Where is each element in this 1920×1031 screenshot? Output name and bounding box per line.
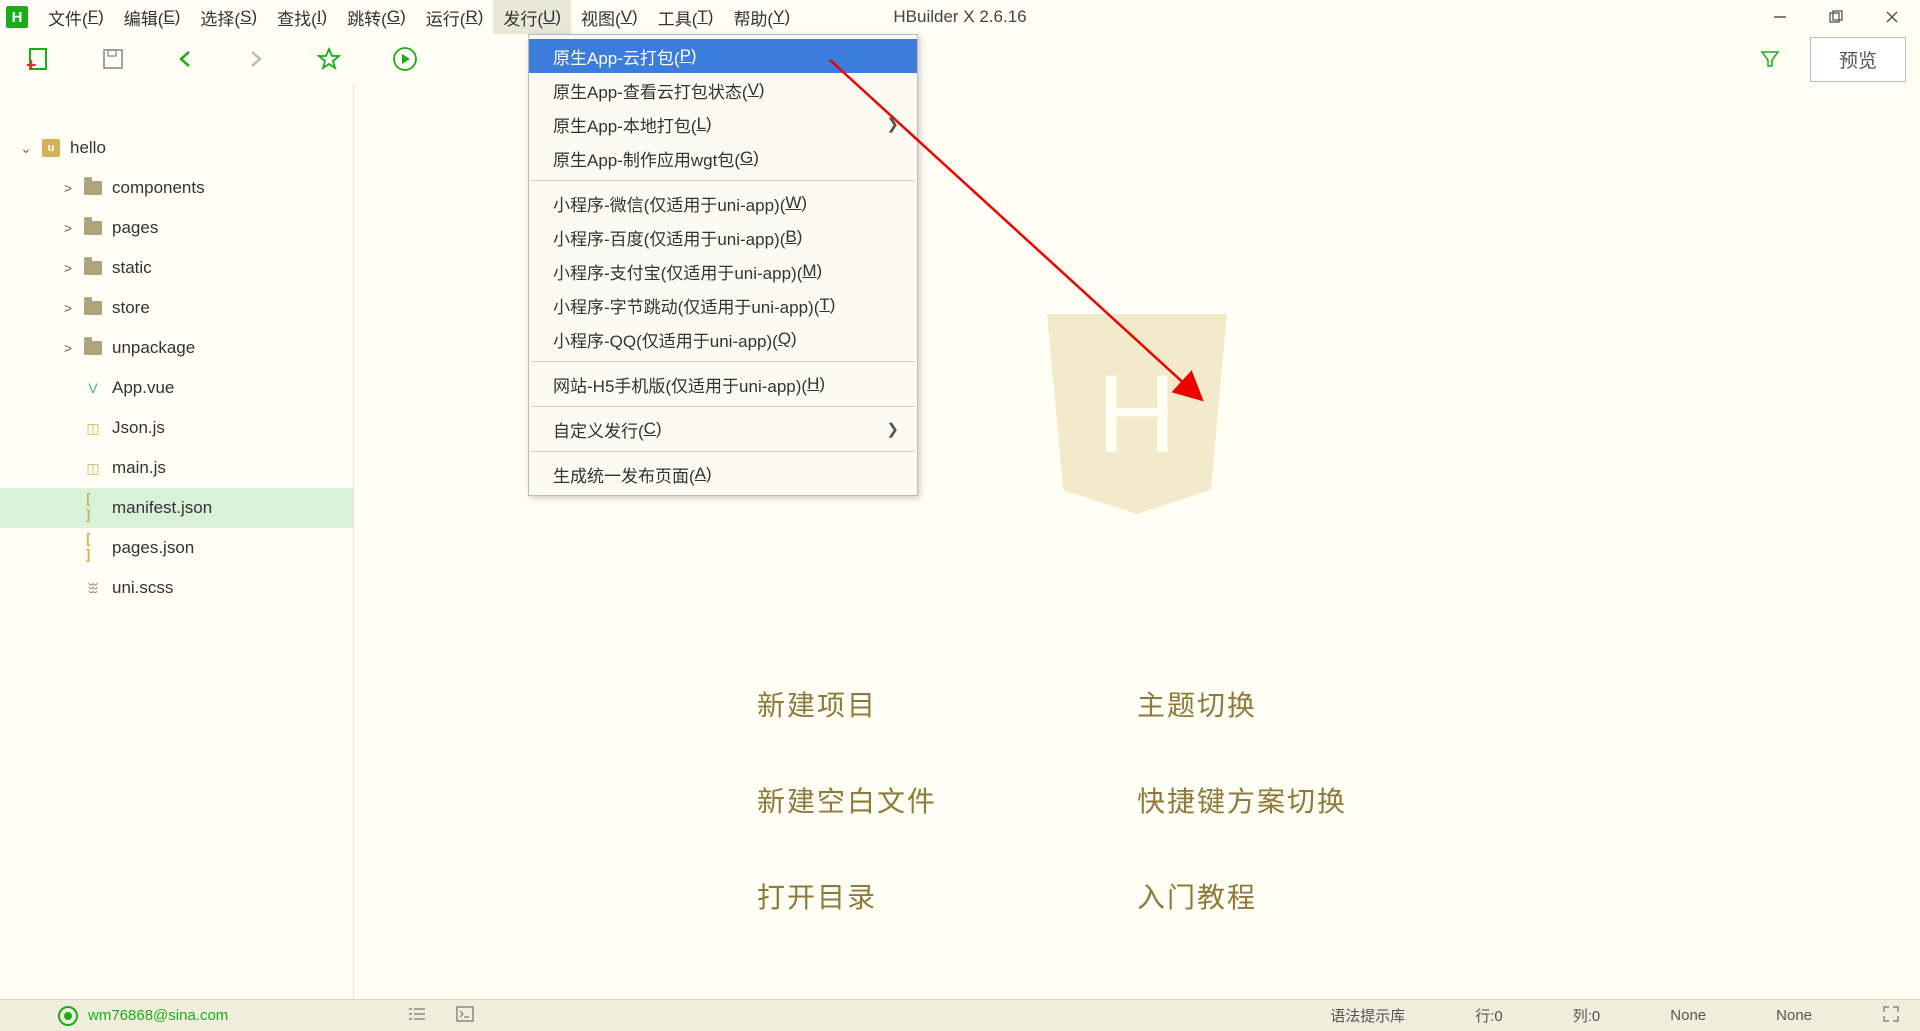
tree-label: App.vue bbox=[112, 378, 174, 398]
app-icon: H bbox=[6, 6, 28, 28]
app-title: HBuilder X 2.6.16 bbox=[893, 7, 1026, 27]
tree-main-js[interactable]: ◫main.js bbox=[0, 448, 353, 488]
tree-label: static bbox=[112, 258, 152, 278]
dropdown-item[interactable]: 小程序-微信(仅适用于uni-app)(W) bbox=[529, 186, 917, 220]
status-language[interactable]: None bbox=[1776, 1007, 1812, 1024]
new-file-button[interactable]: + bbox=[22, 45, 50, 73]
project-name: hello bbox=[70, 138, 106, 158]
tree-label: pages bbox=[112, 218, 158, 238]
tree-label: pages.json bbox=[112, 538, 194, 558]
status-col[interactable]: 列:0 bbox=[1573, 1005, 1601, 1026]
dropdown-item[interactable]: 小程序-支付宝(仅适用于uni-app)(M) bbox=[529, 254, 917, 288]
dropdown-item[interactable]: 原生App-本地打包(L)❯ bbox=[529, 107, 917, 141]
menu-u[interactable]: 发行(U) bbox=[493, 0, 571, 34]
filter-button[interactable] bbox=[1760, 49, 1780, 69]
menu-e[interactable]: 编辑(E) bbox=[114, 0, 191, 34]
toolbar: + 预览 bbox=[0, 34, 1920, 84]
tree-label: main.js bbox=[112, 458, 166, 478]
tree-pages-json[interactable]: [ ]pages.json bbox=[0, 528, 353, 568]
dropdown-item[interactable]: 原生App-云打包(P) bbox=[529, 39, 917, 73]
new-file-icon: + bbox=[22, 45, 50, 73]
tree-label: uni.scss bbox=[112, 578, 173, 598]
window-controls bbox=[1752, 0, 1920, 34]
close-icon bbox=[1885, 10, 1899, 24]
menu-v[interactable]: 视图(V) bbox=[571, 0, 648, 34]
tree-pages[interactable]: >pages bbox=[0, 208, 353, 248]
welcome-link[interactable]: 打开目录 bbox=[757, 876, 1137, 916]
forward-button[interactable] bbox=[246, 45, 266, 73]
dropdown-item[interactable]: 原生App-制作应用wgt包(G) bbox=[529, 141, 917, 175]
maximize-icon bbox=[1829, 10, 1843, 24]
minimize-icon bbox=[1773, 10, 1787, 24]
filter-icon bbox=[1760, 49, 1780, 69]
welcome-link[interactable]: 入门教程 bbox=[1137, 876, 1517, 916]
menu-i[interactable]: 查找(I) bbox=[267, 0, 337, 34]
welcome-link[interactable]: 新建项目 bbox=[757, 684, 1137, 724]
welcome-link[interactable]: 快捷键方案切换 bbox=[1137, 780, 1517, 820]
status-syntax[interactable]: 语法提示库 bbox=[1330, 1005, 1405, 1026]
save-button[interactable] bbox=[100, 45, 126, 73]
tree-App-vue[interactable]: VApp.vue bbox=[0, 368, 353, 408]
run-button[interactable] bbox=[392, 45, 418, 73]
dropdown-item[interactable]: 生成统一发布页面(A) bbox=[529, 457, 917, 491]
menu-s[interactable]: 选择(S) bbox=[190, 0, 267, 34]
statusbar: wm76868@sina.com 语法提示库 行:0 列:0 None None bbox=[0, 999, 1920, 1031]
tree-uni-scss[interactable]: ꖿuni.scss bbox=[0, 568, 353, 608]
user-icon[interactable] bbox=[58, 1006, 78, 1026]
tree-store[interactable]: >store bbox=[0, 288, 353, 328]
svg-text:+: + bbox=[26, 55, 37, 73]
play-icon bbox=[392, 46, 418, 72]
tree-label: manifest.json bbox=[112, 498, 212, 518]
dropdown-item[interactable]: 小程序-QQ(仅适用于uni-app)(Q) bbox=[529, 322, 917, 356]
maximize-button[interactable] bbox=[1808, 0, 1864, 34]
star-icon bbox=[316, 46, 342, 72]
save-icon bbox=[100, 46, 126, 72]
menu-f[interactable]: 文件(F) bbox=[38, 0, 114, 34]
list-icon[interactable] bbox=[408, 1006, 426, 1026]
welcome-logo: H bbox=[1047, 314, 1227, 514]
tree-static[interactable]: >static bbox=[0, 248, 353, 288]
dropdown-item[interactable]: 小程序-百度(仅适用于uni-app)(B) bbox=[529, 220, 917, 254]
status-user[interactable]: wm76868@sina.com bbox=[88, 1007, 228, 1024]
back-button[interactable] bbox=[176, 45, 196, 73]
tree-manifest-json[interactable]: [ ]manifest.json bbox=[0, 488, 353, 528]
dropdown-item[interactable]: 自定义发行(C)❯ bbox=[529, 412, 917, 446]
titlebar: H 文件(F)编辑(E)选择(S)查找(I)跳转(G)运行(R)发行(U)视图(… bbox=[0, 0, 1920, 34]
welcome-link[interactable]: 新建空白文件 bbox=[757, 780, 1137, 820]
tree-label: unpackage bbox=[112, 338, 195, 358]
menubar: 文件(F)编辑(E)选择(S)查找(I)跳转(G)运行(R)发行(U)视图(V)… bbox=[38, 0, 800, 34]
welcome-link[interactable]: 主题切换 bbox=[1137, 684, 1517, 724]
welcome-links: 新建项目主题切换新建空白文件快捷键方案切换打开目录入门教程 bbox=[757, 684, 1517, 916]
project-root[interactable]: ⌄uhello bbox=[0, 128, 353, 168]
terminal-icon[interactable] bbox=[456, 1006, 474, 1026]
dropdown-item[interactable]: 原生App-查看云打包状态(V) bbox=[529, 73, 917, 107]
expand-icon[interactable] bbox=[1882, 1005, 1900, 1027]
publish-dropdown: 原生App-云打包(P)原生App-查看云打包状态(V)原生App-本地打包(L… bbox=[528, 34, 918, 496]
menu-y[interactable]: 帮助(Y) bbox=[723, 0, 800, 34]
menu-g[interactable]: 跳转(G) bbox=[337, 0, 416, 34]
close-button[interactable] bbox=[1864, 0, 1920, 34]
preview-button[interactable]: 预览 bbox=[1810, 37, 1906, 82]
tree-unpackage[interactable]: >unpackage bbox=[0, 328, 353, 368]
tree-label: store bbox=[112, 298, 150, 318]
main-area: ⌄uhello>components>pages>static>store>un… bbox=[0, 84, 1920, 999]
dropdown-item[interactable]: 网站-H5手机版(仅适用于uni-app)(H) bbox=[529, 367, 917, 401]
chevron-left-icon bbox=[176, 49, 196, 69]
sidebar: ⌄uhello>components>pages>static>store>un… bbox=[0, 84, 354, 999]
dropdown-item[interactable]: 小程序-字节跳动(仅适用于uni-app)(T) bbox=[529, 288, 917, 322]
menu-r[interactable]: 运行(R) bbox=[416, 0, 494, 34]
menu-t[interactable]: 工具(T) bbox=[648, 0, 724, 34]
favorite-button[interactable] bbox=[316, 45, 342, 73]
status-encoding[interactable]: None bbox=[1670, 1007, 1706, 1024]
tree-label: Json.js bbox=[112, 418, 165, 438]
tree-Json-js[interactable]: ◫Json.js bbox=[0, 408, 353, 448]
chevron-right-icon bbox=[246, 49, 266, 69]
tree-components[interactable]: >components bbox=[0, 168, 353, 208]
status-line[interactable]: 行:0 bbox=[1475, 1005, 1503, 1026]
minimize-button[interactable] bbox=[1752, 0, 1808, 34]
tree-label: components bbox=[112, 178, 205, 198]
